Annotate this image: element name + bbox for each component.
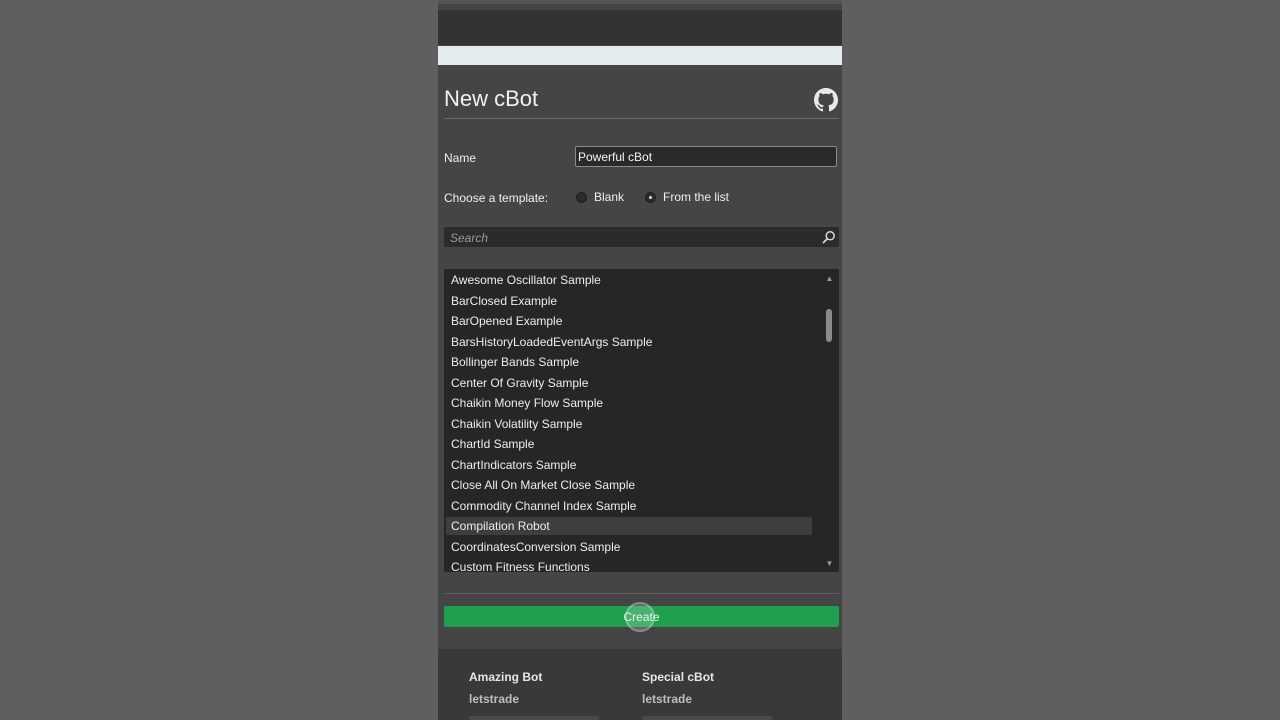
radio-blank-indicator[interactable] xyxy=(576,191,587,203)
radio-from-list-label: From the list xyxy=(663,190,730,204)
top-toolbar xyxy=(438,10,842,45)
list-item[interactable]: Custom Fitness Functions xyxy=(446,558,812,572)
search-icon[interactable] xyxy=(822,230,836,244)
footer-divider xyxy=(444,593,839,594)
header-strip xyxy=(438,46,842,65)
new-cbot-dialog: New cBot Name Choose a template: Blank F… xyxy=(438,65,842,649)
list-item[interactable]: Awesome Oscillator Sample xyxy=(446,271,812,289)
app-window: New cBot Name Choose a template: Blank F… xyxy=(438,0,842,720)
list-item[interactable]: BarOpened Example xyxy=(446,312,812,330)
template-list[interactable]: Awesome Oscillator Sample BarClosed Examp… xyxy=(444,269,839,572)
list-item[interactable]: BarsHistoryLoadedEventArgs Sample xyxy=(446,333,812,351)
radio-blank-label: Blank xyxy=(594,190,625,204)
list-item[interactable]: ChartId Sample xyxy=(446,435,812,453)
card-author: letstrade xyxy=(642,692,693,706)
template-label: Choose a template: xyxy=(444,191,549,205)
scrollbar-thumb[interactable] xyxy=(826,309,832,342)
card-button[interactable] xyxy=(642,716,772,720)
search-box[interactable] xyxy=(444,227,839,247)
name-field[interactable] xyxy=(575,146,837,167)
list-item[interactable]: Compilation Robot xyxy=(446,517,812,535)
radio-blank[interactable]: Blank xyxy=(576,190,624,204)
background-right xyxy=(842,0,1280,720)
card-author: letstrade xyxy=(469,692,520,706)
dialog-title: New cBot xyxy=(444,86,539,111)
list-item[interactable]: Commodity Channel Index Sample xyxy=(446,497,812,515)
scroll-down-arrow-icon[interactable]: ▼ xyxy=(825,560,834,568)
search-input[interactable] xyxy=(448,229,812,247)
background-left xyxy=(0,0,438,720)
top-edge xyxy=(438,0,842,4)
list-item[interactable]: ChartIndicators Sample xyxy=(446,456,812,474)
title-divider xyxy=(444,118,839,119)
list-item[interactable]: Chaikin Volatility Sample xyxy=(446,415,812,433)
radio-from-list[interactable]: From the list xyxy=(645,190,729,204)
card-button[interactable] xyxy=(469,716,599,720)
scroll-up-arrow-icon[interactable]: ▲ xyxy=(825,275,834,283)
list-item[interactable]: BarClosed Example xyxy=(446,292,812,310)
card-title[interactable]: Special cBot xyxy=(642,670,714,684)
list-item[interactable]: Close All On Market Close Sample xyxy=(446,476,812,494)
card-title[interactable]: Amazing Bot xyxy=(469,670,542,684)
list-item[interactable]: Center Of Gravity Sample xyxy=(446,374,812,392)
list-item[interactable]: Chaikin Money Flow Sample xyxy=(446,394,812,412)
cbot-cards: Amazing Bot letstrade Special cBot letst… xyxy=(438,649,842,720)
list-item[interactable]: CoordinatesConversion Sample xyxy=(446,538,812,556)
github-icon[interactable] xyxy=(814,88,838,112)
name-label: Name xyxy=(444,151,477,165)
radio-from-list-indicator[interactable] xyxy=(645,191,656,203)
list-item[interactable]: Bollinger Bands Sample xyxy=(446,353,812,371)
create-button[interactable]: Create xyxy=(444,606,839,627)
